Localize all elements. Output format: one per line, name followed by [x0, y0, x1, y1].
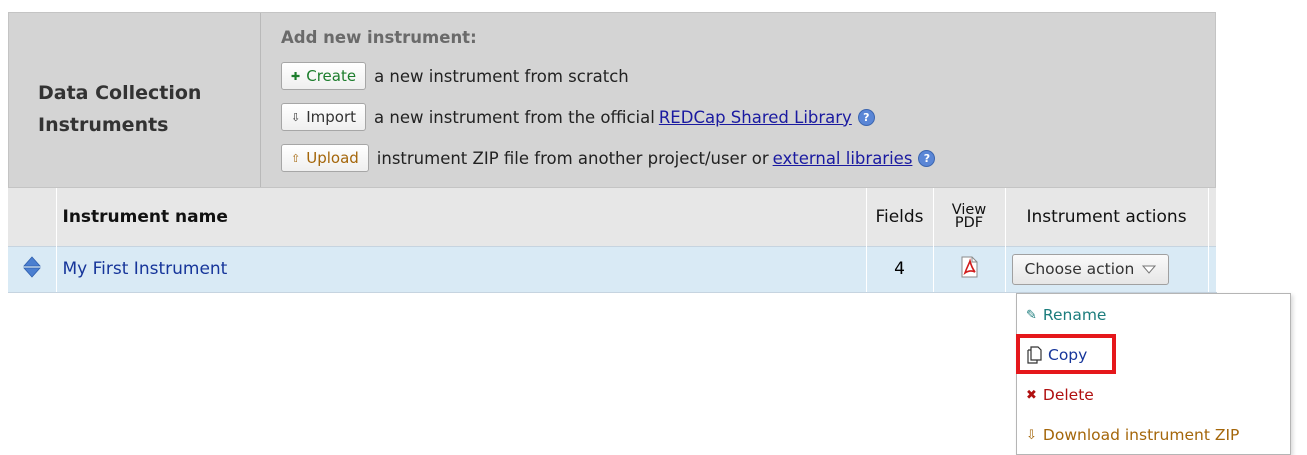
add-instrument-panel: Add new instrument: ✚ Create a new instr…: [260, 13, 936, 187]
upload-button-label: Upload: [306, 149, 359, 167]
choose-action-dropdown[interactable]: Choose action: [1011, 253, 1170, 285]
add-instrument-title: Add new instrument:: [281, 28, 477, 47]
actions-cell: Choose action: [1005, 245, 1209, 293]
fields-header: Fields: [866, 188, 934, 246]
chevron-down-icon: [1142, 265, 1157, 274]
menu-item-delete[interactable]: ✖ Delete: [1026, 381, 1094, 409]
import-description: a new instrument from the official: [374, 107, 655, 127]
import-button[interactable]: ⇩ Import: [281, 103, 367, 131]
edge-cell: [1208, 245, 1217, 293]
section-title: Data Collection Instruments: [38, 82, 202, 136]
upload-button[interactable]: ⇧ Upload: [281, 144, 369, 172]
cross-icon: ✖: [1026, 387, 1037, 403]
import-row: ⇩ Import a new instrument from the offic…: [281, 102, 875, 132]
create-button[interactable]: ✚ Create: [281, 62, 367, 90]
pdf-icon[interactable]: [959, 256, 979, 278]
plus-icon: ✚: [291, 69, 301, 83]
copy-highlight-box: [1016, 334, 1116, 374]
instruments-table: Instrument name Fields View PDF Instrume…: [8, 188, 1217, 293]
drag-column-header: [8, 188, 57, 246]
view-pdf-header: View PDF: [933, 188, 1006, 246]
fields-count: 4: [866, 245, 934, 293]
rename-label: Rename: [1042, 306, 1107, 324]
instruments-header: Data Collection Instruments Add new inst…: [8, 12, 1216, 188]
menu-item-rename[interactable]: ✎ Rename: [1026, 301, 1106, 329]
download-label: Download instrument ZIP: [1042, 426, 1240, 444]
external-libraries-link[interactable]: external libraries: [773, 149, 913, 168]
download-arrow-icon: ⇩: [1026, 427, 1037, 443]
help-icon[interactable]: ?: [918, 149, 936, 167]
up-arrow-icon: ⇧: [291, 151, 301, 165]
instrument-name-link[interactable]: My First Instrument: [56, 245, 867, 293]
create-button-label: Create: [306, 67, 357, 85]
drag-handle-cell[interactable]: [8, 245, 57, 293]
action-dropdown-menu: ✎ Rename Copy ✖ Delete ⇩ Download instru…: [1016, 293, 1291, 455]
import-button-label: Import: [306, 108, 357, 126]
instrument-actions-header: Instrument actions: [1005, 188, 1209, 246]
table-row: My First Instrument 4 Choose action: [8, 245, 1217, 293]
shared-library-link[interactable]: REDCap Shared Library: [659, 108, 852, 127]
view-pdf-header-line2: PDF: [954, 214, 984, 231]
pdf-cell[interactable]: [933, 245, 1006, 293]
create-description: a new instrument from scratch: [374, 66, 629, 86]
instrument-name-header: Instrument name: [56, 188, 867, 246]
drag-handle-icon[interactable]: [22, 255, 41, 278]
choose-action-label: Choose action: [1024, 260, 1135, 278]
edge-column-header: [1208, 188, 1217, 246]
create-row: ✚ Create a new instrument from scratch: [281, 61, 629, 91]
help-icon[interactable]: ?: [857, 108, 875, 126]
pencil-icon: ✎: [1026, 307, 1037, 323]
down-arrow-icon: ⇩: [291, 110, 301, 124]
table-header-row: Instrument name Fields View PDF Instrume…: [8, 188, 1217, 246]
menu-item-download-zip[interactable]: ⇩ Download instrument ZIP: [1026, 421, 1239, 449]
upload-row: ⇧ Upload instrument ZIP file from anothe…: [281, 143, 936, 173]
delete-label: Delete: [1042, 386, 1094, 404]
instruments-panel: Data Collection Instruments Add new inst…: [8, 12, 1217, 293]
upload-description: instrument ZIP file from another project…: [376, 148, 769, 168]
